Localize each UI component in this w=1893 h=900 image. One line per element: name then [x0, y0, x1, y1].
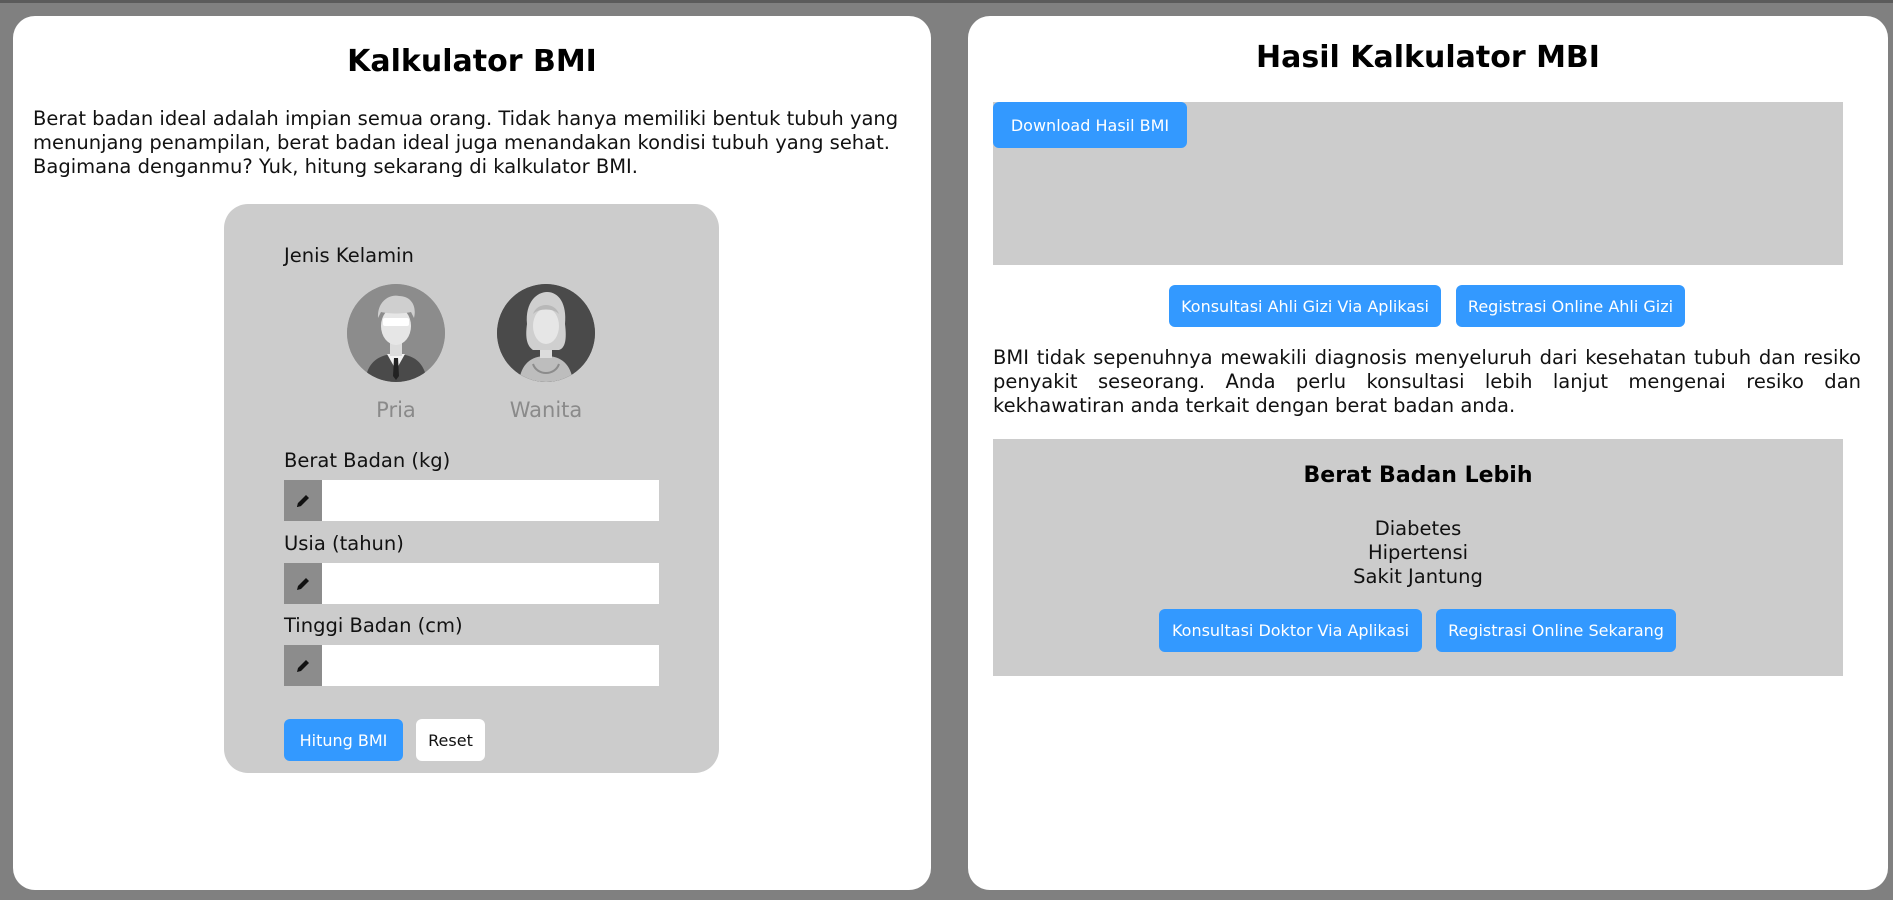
gender-label-female: Wanita	[509, 398, 583, 422]
risk-list: Diabetes Hipertensi Sakit Jantung	[993, 517, 1843, 589]
pencil-icon	[284, 480, 322, 521]
height-field	[284, 645, 659, 686]
register-online-button[interactable]: Registrasi Online Sekarang	[1436, 609, 1676, 652]
gender-option-female[interactable]: Wanita	[496, 284, 596, 422]
height-input[interactable]	[322, 645, 659, 686]
bmi-category-title: Berat Badan Lebih	[1303, 463, 1533, 488]
download-result-button[interactable]: Download Hasil BMI	[993, 102, 1187, 148]
top-edge	[0, 0, 1893, 3]
bmi-disclaimer: BMI tidak sepenuhnya mewakili diagnosis …	[993, 346, 1861, 417]
intro-text: Berat badan ideal adalah impian semua or…	[33, 107, 899, 178]
result-display-box: Download Hasil BMI	[993, 102, 1843, 265]
reset-button[interactable]: Reset	[416, 719, 485, 761]
risk-item: Diabetes	[1374, 517, 1462, 540]
weight-label: Berat Badan (kg)	[284, 449, 451, 472]
calculate-button[interactable]: Hitung BMI	[284, 719, 403, 761]
female-avatar-icon[interactable]	[497, 284, 595, 382]
consult-doctor-button[interactable]: Konsultasi Doktor Via Aplikasi	[1159, 609, 1422, 652]
risk-item: Hipertensi	[1367, 541, 1469, 564]
consult-nutritionist-button[interactable]: Konsultasi Ahli Gizi Via Aplikasi	[1169, 285, 1441, 327]
pencil-icon	[284, 645, 322, 686]
pencil-icon	[284, 563, 322, 604]
calculator-title: Kalkulator BMI	[347, 44, 597, 79]
weight-input[interactable]	[322, 480, 659, 521]
register-nutritionist-button[interactable]: Registrasi Online Ahli Gizi	[1456, 285, 1685, 327]
height-label: Tinggi Badan (cm)	[284, 614, 463, 637]
risk-item: Sakit Jantung	[1353, 565, 1483, 588]
age-input[interactable]	[322, 563, 659, 604]
age-label: Usia (tahun)	[284, 532, 404, 555]
weight-field	[284, 480, 659, 521]
bmi-form-card: Jenis Kelamin Pria Wanita Berat Badan (k…	[224, 204, 719, 773]
result-title: Hasil Kalkulator MBI	[1256, 40, 1600, 75]
gender-label-male: Pria	[376, 398, 416, 422]
male-avatar-icon[interactable]	[347, 284, 445, 382]
gender-option-male[interactable]: Pria	[346, 284, 446, 422]
bmi-category-box: Berat Badan Lebih Diabetes Hipertensi Sa…	[993, 439, 1843, 676]
age-field	[284, 563, 659, 604]
result-panel: Hasil Kalkulator MBI Download Hasil BMI …	[968, 16, 1888, 890]
calculator-panel: Kalkulator BMI Berat badan ideal adalah …	[13, 16, 931, 890]
gender-label: Jenis Kelamin	[284, 244, 414, 267]
